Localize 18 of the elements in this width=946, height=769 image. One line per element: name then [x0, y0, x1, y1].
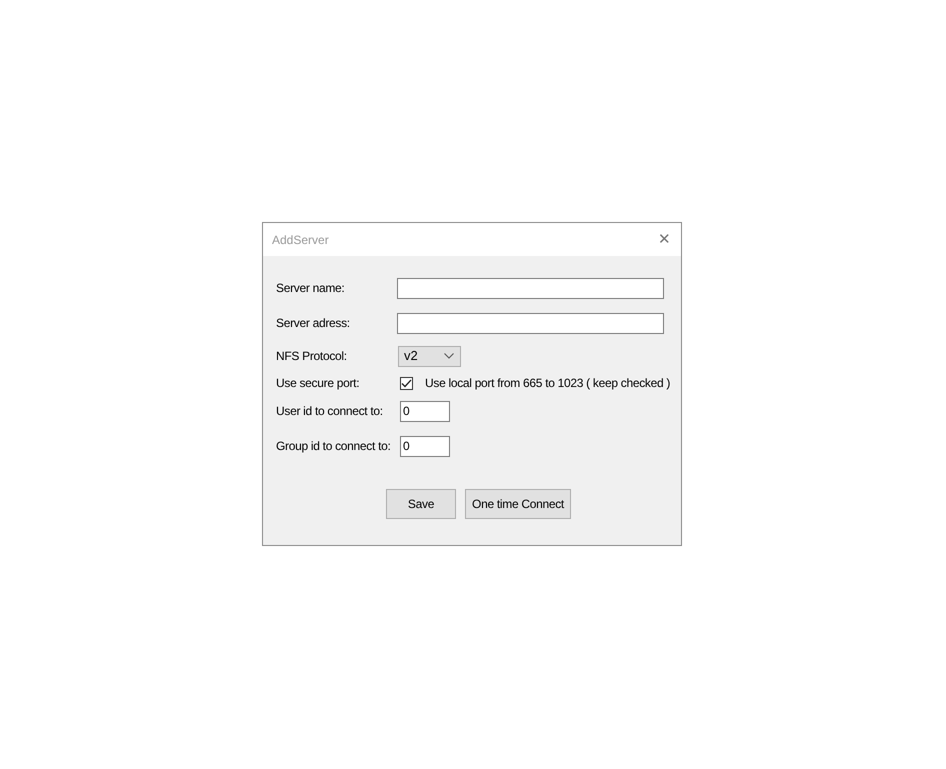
close-button[interactable]: ✕	[658, 232, 671, 247]
save-button[interactable]: Save	[386, 489, 456, 519]
checkbox-label: Use local port from 665 to 1023 ( keep checked )	[425, 375, 670, 392]
protocol-dropdown[interactable]: v2	[398, 346, 461, 366]
chevron-icon	[444, 353, 454, 359]
field-label: Server adress:	[276, 315, 351, 332]
checkbox[interactable]	[400, 376, 413, 390]
field-label: Group id to connect to:	[276, 438, 392, 455]
field-label: Server name:	[276, 280, 346, 297]
field-label: User id to connect to:	[276, 403, 384, 420]
field-label: Use secure port:	[276, 375, 360, 392]
window-title: AddServer	[272, 232, 329, 248]
text-field[interactable]	[397, 312, 664, 334]
field-label: NFS Protocol:	[276, 348, 348, 365]
text-field[interactable]	[397, 278, 664, 298]
connect-button[interactable]: One time Connect	[465, 489, 571, 519]
id-field[interactable]: 0	[400, 400, 450, 422]
id-field[interactable]: 0	[400, 436, 450, 456]
